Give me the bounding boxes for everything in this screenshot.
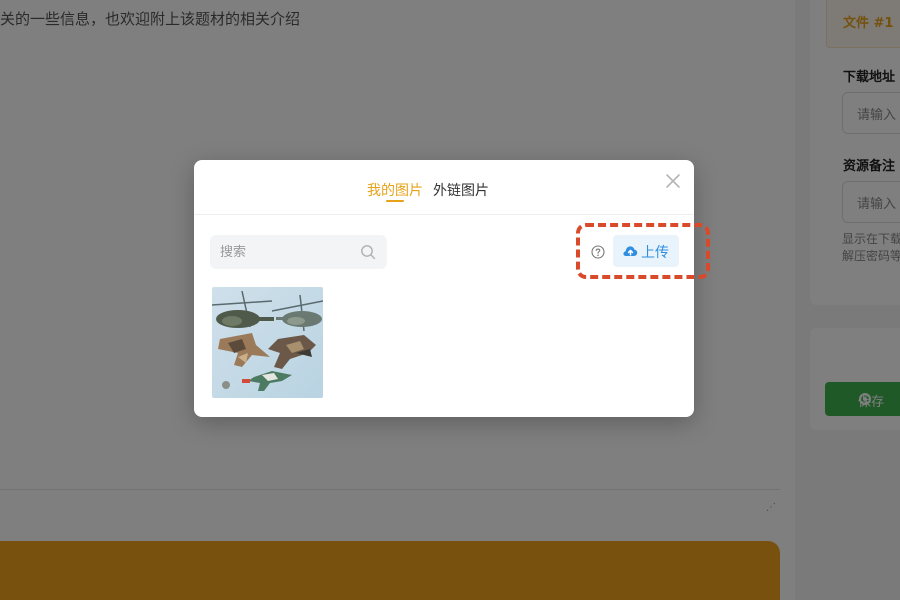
- search-input[interactable]: [220, 235, 355, 269]
- help-icon[interactable]: [591, 245, 605, 259]
- model-aircraft-photo: [212, 287, 323, 398]
- tab-external-images[interactable]: 外链图片: [433, 180, 489, 200]
- upload-button-label: 上传: [641, 245, 669, 261]
- search-box: [210, 235, 387, 269]
- close-icon[interactable]: [663, 171, 683, 191]
- dialog-header: 我的图片 外链图片: [194, 160, 694, 215]
- search-icon[interactable]: [360, 244, 376, 260]
- image-picker-dialog: 我的图片 外链图片 上传: [194, 160, 710, 417]
- image-thumbnail[interactable]: [212, 287, 323, 398]
- active-tab-indicator: [386, 200, 404, 202]
- cloud-upload-icon: [623, 246, 638, 256]
- tab-my-images[interactable]: 我的图片: [367, 180, 423, 200]
- upload-button[interactable]: 上传: [613, 235, 679, 267]
